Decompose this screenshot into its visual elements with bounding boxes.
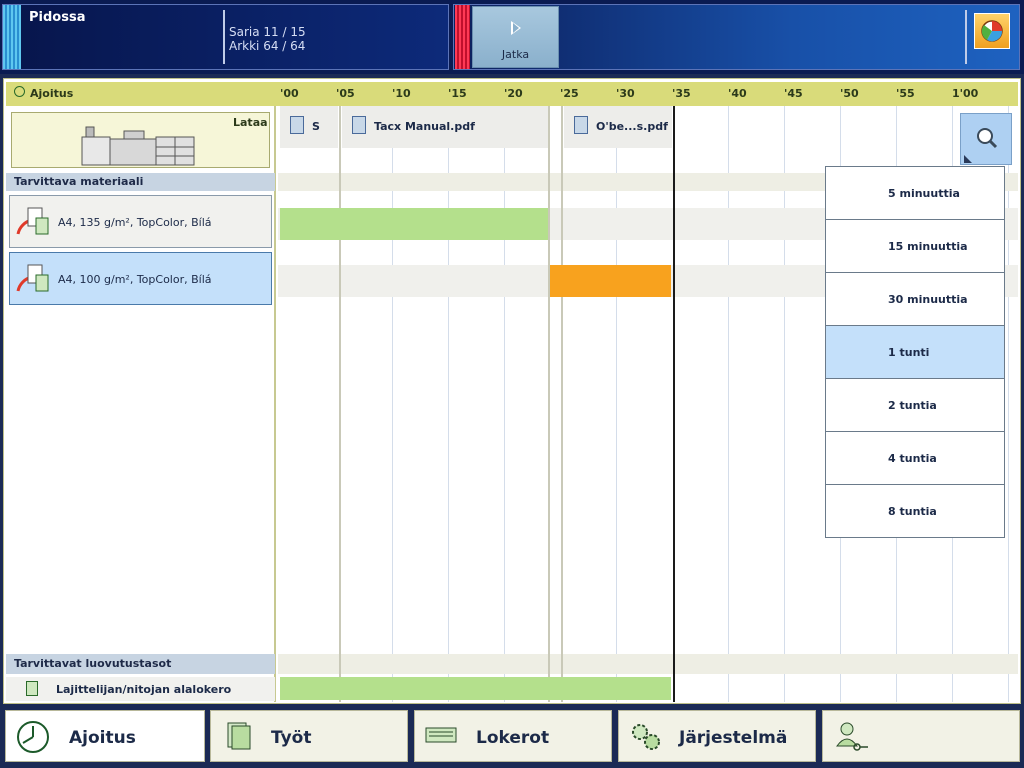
printer-icon: [81, 126, 195, 166]
schedule-header-label: Ajoitus: [30, 87, 74, 100]
document-icon: [227, 722, 251, 750]
material-usage-bar: [280, 208, 548, 240]
status-divider: [223, 10, 225, 64]
timeline-tick: '20: [504, 87, 523, 100]
job-separator: [561, 106, 563, 702]
paper-stack-icon: [16, 263, 52, 295]
timeline-tick: '30: [616, 87, 635, 100]
grid-line: [448, 106, 449, 702]
magnifier-icon: [964, 128, 998, 163]
status-indicator-stripe: [3, 5, 21, 69]
timeline-tick: '10: [392, 87, 411, 100]
paper-stack-icon: [16, 206, 52, 238]
zoom-option[interactable]: 2 tuntia: [826, 379, 1004, 432]
job-name: Tacx Manual.pdf: [374, 120, 475, 133]
job-tab[interactable]: S: [280, 106, 338, 148]
nav-tab-trays[interactable]: Lokerot: [414, 710, 612, 762]
document-icon: [352, 116, 366, 134]
zoom-option[interactable]: 30 minuuttia: [826, 273, 1004, 326]
zoom-option[interactable]: 8 tuntia: [826, 485, 1004, 537]
grid-line: [728, 106, 729, 702]
timeline-tick: '50: [840, 87, 859, 100]
document-icon: [574, 116, 588, 134]
outputs-header-label: Tarvittavat luovutustasot: [14, 657, 172, 670]
output-tray-icon: [26, 681, 38, 696]
grid-line: [504, 106, 505, 702]
job-tab[interactable]: Tacx Manual.pdf: [342, 106, 548, 148]
zoom-button[interactable]: [960, 113, 1012, 165]
material-shortage-bar: [550, 265, 671, 297]
timeline-tick: '25: [560, 87, 579, 100]
zoom-option[interactable]: 5 minuuttia: [826, 167, 1004, 220]
material-card[interactable]: A4, 135 g/m², TopColor, Bílá: [9, 195, 272, 248]
job-separator: [548, 106, 550, 702]
outputs-row-band: [278, 654, 1018, 674]
nav-tab-label: Työt: [271, 728, 312, 748]
sheet-progress: Arkki 64 / 64: [229, 39, 306, 53]
printer-load-panel[interactable]: Lataa: [11, 112, 270, 168]
nav-tab-label: Ajoitus: [69, 728, 136, 748]
current-time-line: [673, 106, 675, 702]
material-size: A4: [58, 216, 73, 229]
load-label: Lataa: [233, 116, 268, 129]
timeline-tick: '55: [896, 87, 915, 100]
materials-header: Tarvittava materiaali: [6, 173, 275, 191]
output-tray-bar: [280, 677, 671, 700]
grid-line: [784, 106, 785, 702]
nav-tab-user[interactable]: [822, 710, 1020, 762]
job-name: S: [312, 120, 320, 133]
job-separator: [339, 106, 341, 702]
tray-icon: [425, 727, 457, 743]
nav-tab-jobs[interactable]: Työt: [210, 710, 408, 762]
pie-chart-icon: [981, 20, 1003, 42]
pie-chart-button[interactable]: [974, 13, 1010, 49]
material-detail: , 100 g/m², TopColor, Bílá: [72, 273, 212, 286]
nav-tab-label: Järjestelmä: [679, 728, 788, 748]
timeline-tick: '45: [784, 87, 803, 100]
zoom-option[interactable]: 4 tuntia: [826, 432, 1004, 485]
gears-icon: [632, 724, 660, 750]
timeline-tick: 1'00: [952, 87, 979, 100]
material-size: A4: [58, 273, 73, 286]
material-detail: , 135 g/m², TopColor, Bílá: [72, 216, 212, 229]
nav-tab-schedule[interactable]: Ajoitus: [5, 710, 205, 762]
clock-icon: [17, 721, 49, 753]
nav-tab-system[interactable]: Järjestelmä: [618, 710, 816, 762]
material-card-selected[interactable]: A4, 100 g/m², TopColor, Bílá: [9, 252, 272, 305]
grid-line: [1008, 106, 1009, 702]
zoom-menu: 5 minuuttia 15 minuuttia 30 minuuttia 1 …: [825, 166, 1005, 538]
paused-indicator-stripe: [455, 5, 470, 69]
printer-job-icon: [290, 116, 304, 134]
clock-icon: [14, 86, 25, 97]
job-tab[interactable]: O'be...s.pdf: [564, 106, 672, 148]
materials-header-label: Tarvittava materiaali: [14, 175, 144, 188]
control-divider: [965, 10, 967, 64]
zoom-option-selected[interactable]: 1 tunti: [826, 326, 1004, 379]
timeline-tick: '15: [448, 87, 467, 100]
play-icon: [511, 21, 521, 35]
grid-line: [616, 106, 617, 702]
user-key-icon: [836, 722, 868, 751]
timeline-tick: '00: [280, 87, 299, 100]
job-progress-lines: Saria 11 / 15 Arkki 64 / 64: [229, 25, 306, 53]
zoom-option[interactable]: 15 minuuttia: [826, 220, 1004, 273]
job-name: O'be...s.pdf: [596, 120, 668, 133]
outputs-header: Tarvittavat luovutustasot: [6, 654, 275, 674]
continue-label: Jatka: [501, 48, 530, 61]
continue-button[interactable]: Jatka: [472, 6, 559, 68]
output-tray-row[interactable]: Lajittelijan/nitojan alalokero: [6, 677, 275, 701]
timeline-tick: '05: [336, 87, 355, 100]
set-progress: Saria 11 / 15: [229, 25, 306, 39]
grid-line: [392, 106, 393, 702]
printer-status-title: Pidossa: [29, 10, 86, 25]
nav-tab-label: Lokerot: [476, 728, 550, 748]
timeline-tick: '40: [728, 87, 747, 100]
timeline-tick: '35: [672, 87, 691, 100]
output-tray-label: Lajittelijan/nitojan alalokero: [56, 683, 232, 696]
